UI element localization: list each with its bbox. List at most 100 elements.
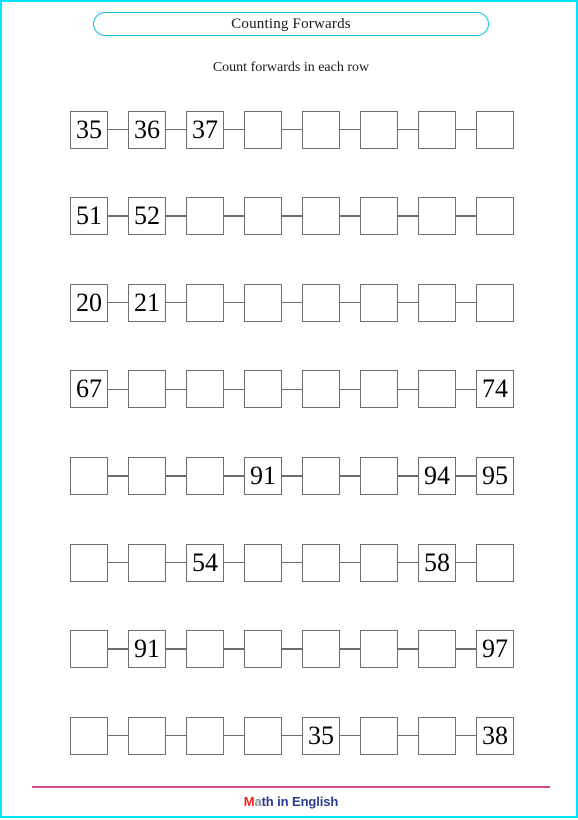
connector-line (108, 215, 128, 217)
number-cell-blank[interactable] (360, 370, 398, 409)
number-sequence-rows: 35 36 37 51 52 20 21 67 74 91 94 95 54 58 91 97 35 38 (2, 2, 578, 820)
number-cell-blank[interactable] (244, 197, 282, 236)
number-cell-filled[interactable]: 21 (128, 283, 166, 322)
connector-line (398, 734, 418, 737)
connector-line (282, 301, 302, 304)
number-cell-blank[interactable] (244, 630, 282, 669)
number-cell-blank[interactable] (360, 630, 398, 669)
number-cell-blank[interactable] (186, 456, 224, 495)
number-cell-blank[interactable] (360, 283, 398, 322)
connector-line (224, 388, 244, 391)
connector-line (282, 475, 302, 477)
connector-line (166, 128, 186, 131)
number-cell-blank[interactable] (302, 370, 340, 409)
number-cell-blank[interactable] (360, 110, 398, 149)
number-cell-blank[interactable] (302, 110, 340, 149)
number-cell-blank[interactable] (302, 630, 340, 669)
number-cell-filled[interactable]: 38 (476, 716, 514, 755)
number-cell-filled[interactable]: 91 (128, 630, 166, 669)
connector-line (224, 301, 244, 304)
connector-line (398, 648, 418, 650)
number-cell-filled[interactable]: 35 (302, 716, 340, 755)
number-cell-filled[interactable]: 67 (70, 370, 108, 409)
number-cell-blank[interactable] (418, 283, 456, 322)
number-cell-filled[interactable]: 36 (128, 110, 166, 149)
number-cell-filled[interactable]: 91 (244, 456, 282, 495)
number-cell-blank[interactable] (302, 456, 340, 495)
number-cell-blank[interactable] (244, 543, 282, 582)
logo-letter-a: a (254, 794, 262, 809)
number-cell-filled[interactable]: 95 (476, 456, 514, 495)
number-cell-blank[interactable] (186, 716, 224, 755)
number-cell-blank[interactable] (244, 716, 282, 755)
number-cell-blank[interactable] (244, 283, 282, 322)
connector-line (282, 734, 302, 737)
sequence-row: 51 52 (70, 197, 514, 236)
number-cell-blank[interactable] (186, 370, 224, 409)
number-cell-blank[interactable] (360, 197, 398, 236)
connector-line (108, 475, 128, 477)
number-cell-blank[interactable] (476, 197, 514, 236)
number-cell-filled[interactable]: 94 (418, 456, 456, 495)
number-cell-blank[interactable] (476, 283, 514, 322)
number-cell-filled[interactable]: 37 (186, 110, 224, 149)
number-cell-blank[interactable] (418, 716, 456, 755)
connector-line (398, 128, 418, 131)
number-cell-blank[interactable] (70, 716, 108, 755)
number-cell-blank[interactable] (186, 630, 224, 669)
number-cell-filled[interactable]: 58 (418, 543, 456, 582)
connector-line (456, 215, 476, 217)
connector-line (224, 734, 244, 737)
sequence-row: 35 36 37 (70, 110, 514, 149)
number-cell-blank[interactable] (360, 456, 398, 495)
number-cell-filled[interactable]: 52 (128, 197, 166, 236)
number-cell-filled[interactable]: 20 (70, 283, 108, 322)
connector-line (398, 388, 418, 391)
number-cell-blank[interactable] (128, 716, 166, 755)
number-cell-blank[interactable] (70, 630, 108, 669)
connector-line (282, 128, 302, 131)
connector-line (166, 475, 186, 477)
number-cell-blank[interactable] (418, 110, 456, 149)
number-cell-blank[interactable] (128, 456, 166, 495)
number-cell-blank[interactable] (244, 110, 282, 149)
number-cell-blank[interactable] (302, 197, 340, 236)
connector-line (108, 301, 128, 304)
connector-line (340, 215, 360, 217)
sequence-row: 91 94 95 (70, 456, 514, 495)
number-cell-blank[interactable] (476, 543, 514, 582)
connector-line (282, 215, 302, 217)
number-cell-filled[interactable]: 97 (476, 630, 514, 669)
number-cell-blank[interactable] (418, 370, 456, 409)
number-cell-blank[interactable] (476, 110, 514, 149)
connector-line (108, 734, 128, 737)
number-cell-blank[interactable] (70, 543, 108, 582)
number-cell-blank[interactable] (244, 370, 282, 409)
number-cell-blank[interactable] (360, 716, 398, 755)
connector-line (224, 128, 244, 131)
connector-line (398, 561, 418, 564)
number-cell-blank[interactable] (302, 543, 340, 582)
number-cell-blank[interactable] (186, 283, 224, 322)
number-cell-filled[interactable]: 74 (476, 370, 514, 409)
connector-line (340, 475, 360, 477)
connector-line (108, 388, 128, 391)
number-cell-blank[interactable] (128, 543, 166, 582)
connector-line (166, 388, 186, 391)
number-cell-blank[interactable] (302, 283, 340, 322)
number-cell-blank[interactable] (360, 543, 398, 582)
connector-line (282, 561, 302, 564)
number-cell-blank[interactable] (70, 456, 108, 495)
number-cell-filled[interactable]: 51 (70, 197, 108, 236)
number-cell-blank[interactable] (128, 370, 166, 409)
number-cell-blank[interactable] (186, 197, 224, 236)
number-cell-blank[interactable] (418, 197, 456, 236)
number-cell-filled[interactable]: 35 (70, 110, 108, 149)
connector-line (398, 301, 418, 304)
connector-line (456, 648, 476, 650)
connector-line (224, 648, 244, 650)
sequence-row: 91 97 (70, 630, 514, 669)
number-cell-blank[interactable] (418, 630, 456, 669)
number-cell-filled[interactable]: 54 (186, 543, 224, 582)
connector-line (282, 648, 302, 650)
